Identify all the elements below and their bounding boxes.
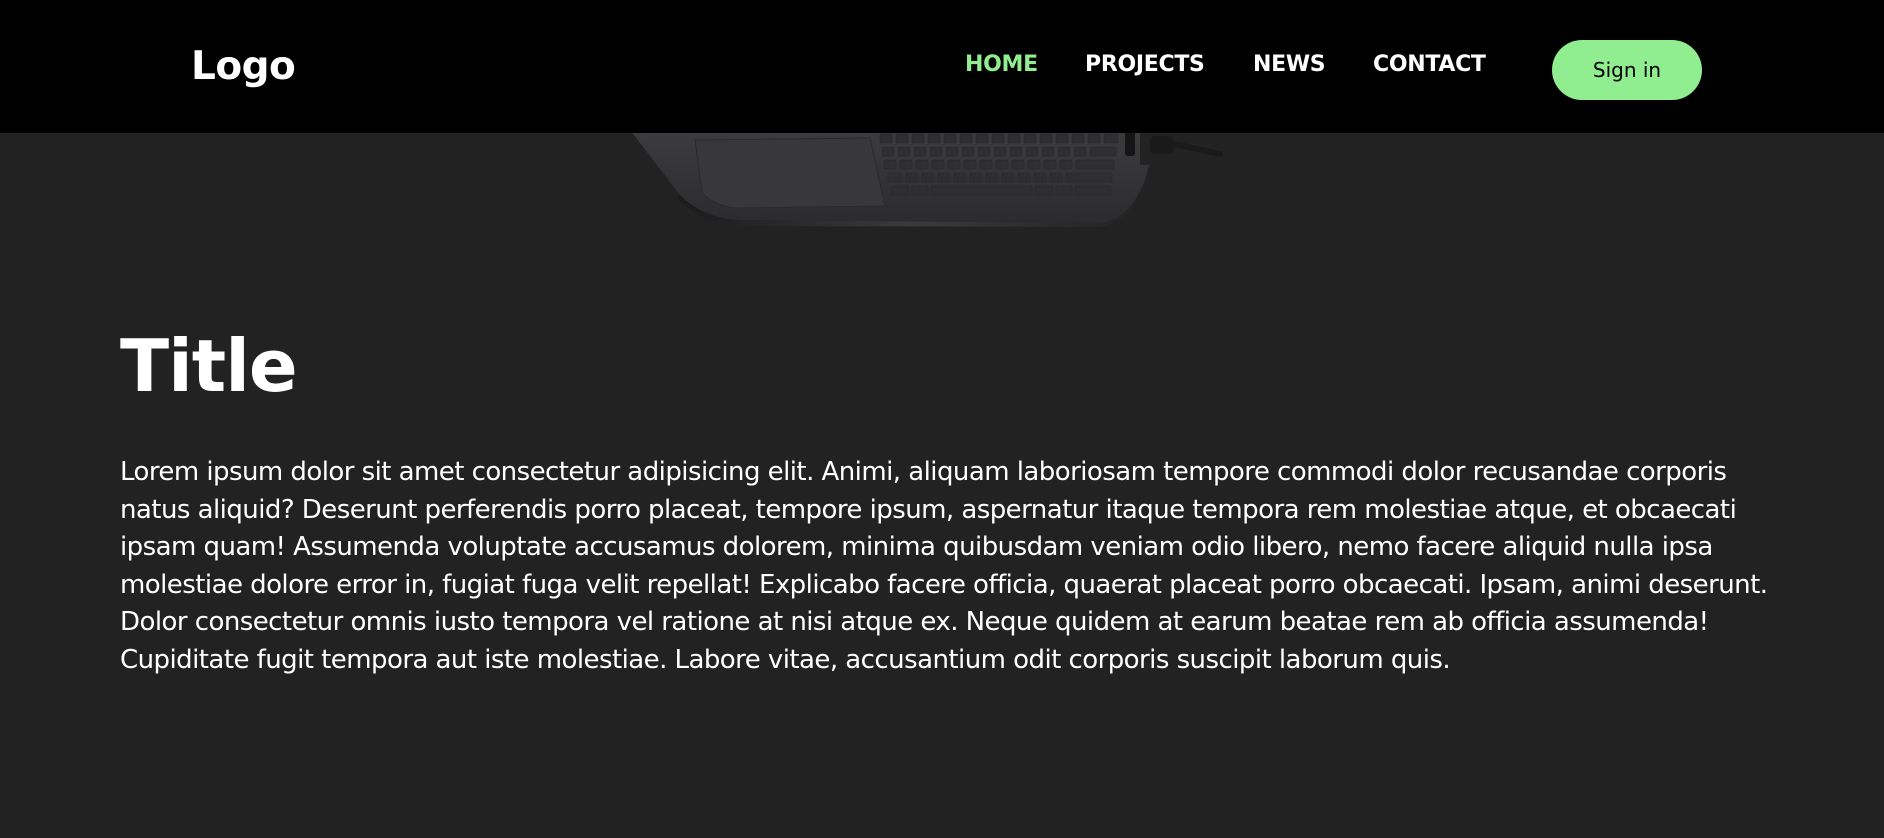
nav-link-news[interactable]: NEWS (1253, 48, 1326, 82)
logo[interactable]: Logo (191, 38, 296, 96)
nav-link-contact[interactable]: CONTACT (1373, 48, 1486, 82)
main-content: Title Lorem ipsum dolor sit amet consect… (120, 318, 1780, 680)
sign-in-button[interactable]: Sign in (1552, 40, 1702, 100)
nav-link-projects[interactable]: PROJECTS (1085, 48, 1205, 82)
navbar: Logo HOME PROJECTS NEWS CONTACT Sign in (0, 0, 1884, 133)
page-title: Title (120, 324, 298, 408)
nav-link-home[interactable]: HOME (965, 48, 1038, 82)
page: Logo HOME PROJECTS NEWS CONTACT Sign in … (0, 0, 1884, 838)
body-paragraph: Lorem ipsum dolor sit amet consectetur a… (120, 457, 1768, 675)
